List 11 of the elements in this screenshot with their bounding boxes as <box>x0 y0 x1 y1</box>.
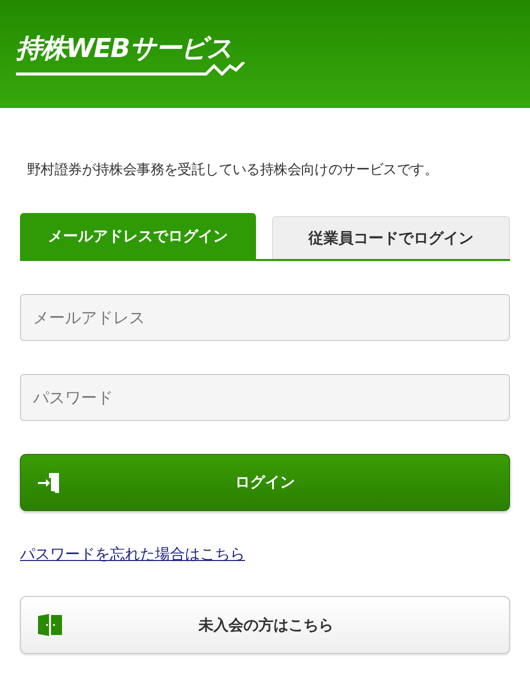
forgot-password-link[interactable]: パスワードを忘れた場合はこちら <box>20 545 245 564</box>
login-tab[interactable]: メールアドレスでログイン <box>20 213 256 259</box>
logo-text: 持株WEBサービス <box>16 33 234 66</box>
door-arrow-icon <box>37 470 61 494</box>
join-button[interactable]: 未入会の方はこちら <box>20 596 510 654</box>
description-text: 野村證券が持株会事務を受託している持株会向けのサービスです。 <box>27 161 440 180</box>
input-field[interactable]: パスワード <box>20 374 510 421</box>
input-field[interactable]: メールアドレス <box>20 294 510 341</box>
door-icon <box>37 613 63 637</box>
login-button[interactable]: ログイン <box>20 454 510 511</box>
login-tab[interactable]: 従業員コードでログイン <box>272 216 510 259</box>
